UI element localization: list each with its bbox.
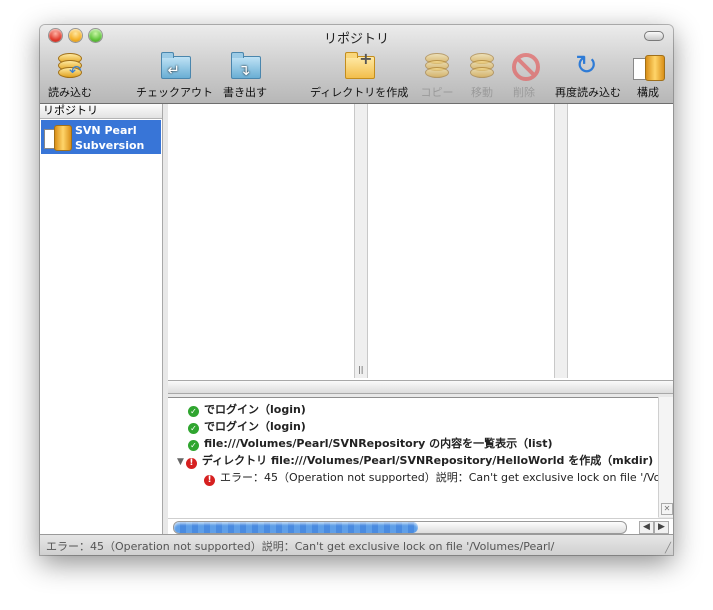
scroll-left-button[interactable]: ◀ <box>639 521 654 534</box>
move-label: 移動 <box>471 86 493 99</box>
refresh-icon: ↻ <box>575 50 598 81</box>
success-icon: ✓ <box>188 423 199 434</box>
main-window: リポジトリ ↶ 読み込む ↵ チェックアウト ↴ 書き出す + ディレクトリを作… <box>40 25 673 555</box>
success-icon: ✓ <box>188 440 199 451</box>
browser-column-2[interactable] <box>368 104 555 378</box>
move-button[interactable]: 移動 <box>465 51 499 100</box>
copy-label: コピー <box>420 86 454 99</box>
copy-button[interactable]: コピー <box>420 51 454 100</box>
operation-log: ✓ でログイン（login) ✓ でログイン（login) ✓ file:///Vol… <box>168 397 658 518</box>
reload-label: 再度読み込む <box>555 86 621 99</box>
load-button[interactable]: ↶ 読み込む <box>48 51 92 100</box>
config-label: 構成 <box>637 86 659 99</box>
status-bar: エラー：45（Operation not supported）説明：Can't … <box>40 534 673 555</box>
sidebar-header: リポジトリ <box>40 104 162 119</box>
delete-button[interactable]: 削除 <box>507 51 541 100</box>
load-label: 読み込む <box>48 86 92 99</box>
config-button[interactable]: 構成 <box>631 51 665 100</box>
progress-fill <box>174 522 419 533</box>
log-row-detail: ! エラー：45（Operation not supported）説明：Can't… <box>204 469 658 486</box>
export-button[interactable]: ↴ 書き出す <box>223 51 267 100</box>
titlebar: リポジトリ ↶ 読み込む ↵ チェックアウト ↴ 書き出す + ディレクトリを作… <box>40 25 673 104</box>
log-row-expandable[interactable]: ▼! ディレクトリ file:///Volumes/Pearl/SVNReposi… <box>177 452 653 469</box>
resize-grip-icon[interactable]: ╱ <box>665 543 671 554</box>
sidebar-item-svn-pearl[interactable]: SVN Pearl Subversion <box>41 120 161 154</box>
column-divider-2[interactable] <box>555 104 568 378</box>
repository-icon <box>44 124 72 151</box>
database-load-icon: ↶ <box>53 51 87 81</box>
status-text: エラー：45（Operation not supported）説明：Can't … <box>46 540 555 553</box>
log-row: ✓ file:///Volumes/Pearl/SVNRepository の内容… <box>188 435 553 452</box>
success-icon: ✓ <box>188 406 199 417</box>
copy-icon <box>420 51 454 81</box>
log-row: ✓ でログイン（login) <box>188 418 306 435</box>
progress-bar <box>173 521 627 534</box>
column-browser: || <box>168 104 673 380</box>
error-icon: ! <box>185 458 197 469</box>
reload-button[interactable]: ↻ 再度読み込む <box>555 51 621 100</box>
config-icon <box>631 51 665 81</box>
delete-prohibited-icon <box>507 51 541 81</box>
scroll-right-button[interactable]: ▶ <box>654 521 669 534</box>
mkdir-button[interactable]: + ディレクトリを作成 <box>310 49 409 100</box>
close-log-icon[interactable]: ✕ <box>661 503 673 515</box>
error-icon: ! <box>204 475 215 486</box>
browser-column-3[interactable] <box>568 104 672 378</box>
window-title: リポジトリ <box>323 32 389 47</box>
progress-row: ◀ ▶ <box>168 518 673 535</box>
scroll-buttons: ◀ ▶ <box>639 521 669 534</box>
repository-type: Subversion <box>75 139 145 152</box>
checkout-button[interactable]: ↵ チェックアウト <box>136 51 213 100</box>
checkout-label: チェックアウト <box>136 86 213 99</box>
move-icon <box>465 51 499 81</box>
export-folder-icon: ↴ <box>228 51 262 81</box>
log-vertical-scrollbar[interactable]: ✕ <box>658 397 673 517</box>
checkout-folder-icon: ↵ <box>158 51 192 81</box>
disclosure-triangle-icon[interactable]: ▼ <box>177 454 184 471</box>
grip-icon: || <box>358 365 364 374</box>
toolbar-toggle-button[interactable] <box>644 31 664 41</box>
column-resize-handle[interactable]: || <box>355 104 368 378</box>
new-folder-icon: + <box>342 49 376 81</box>
delete-label: 削除 <box>513 86 535 99</box>
mkdir-label: ディレクトリを作成 <box>310 86 409 99</box>
log-row: ✓ でログイン（login) <box>188 401 306 418</box>
repository-sidebar: リポジトリ SVN Pearl Subversion <box>40 104 163 534</box>
browser-horizontal-scrollbar[interactable] <box>168 380 673 394</box>
repository-name: SVN Pearl <box>75 124 137 137</box>
browser-column-1[interactable] <box>168 104 355 378</box>
export-label: 書き出す <box>223 86 267 99</box>
